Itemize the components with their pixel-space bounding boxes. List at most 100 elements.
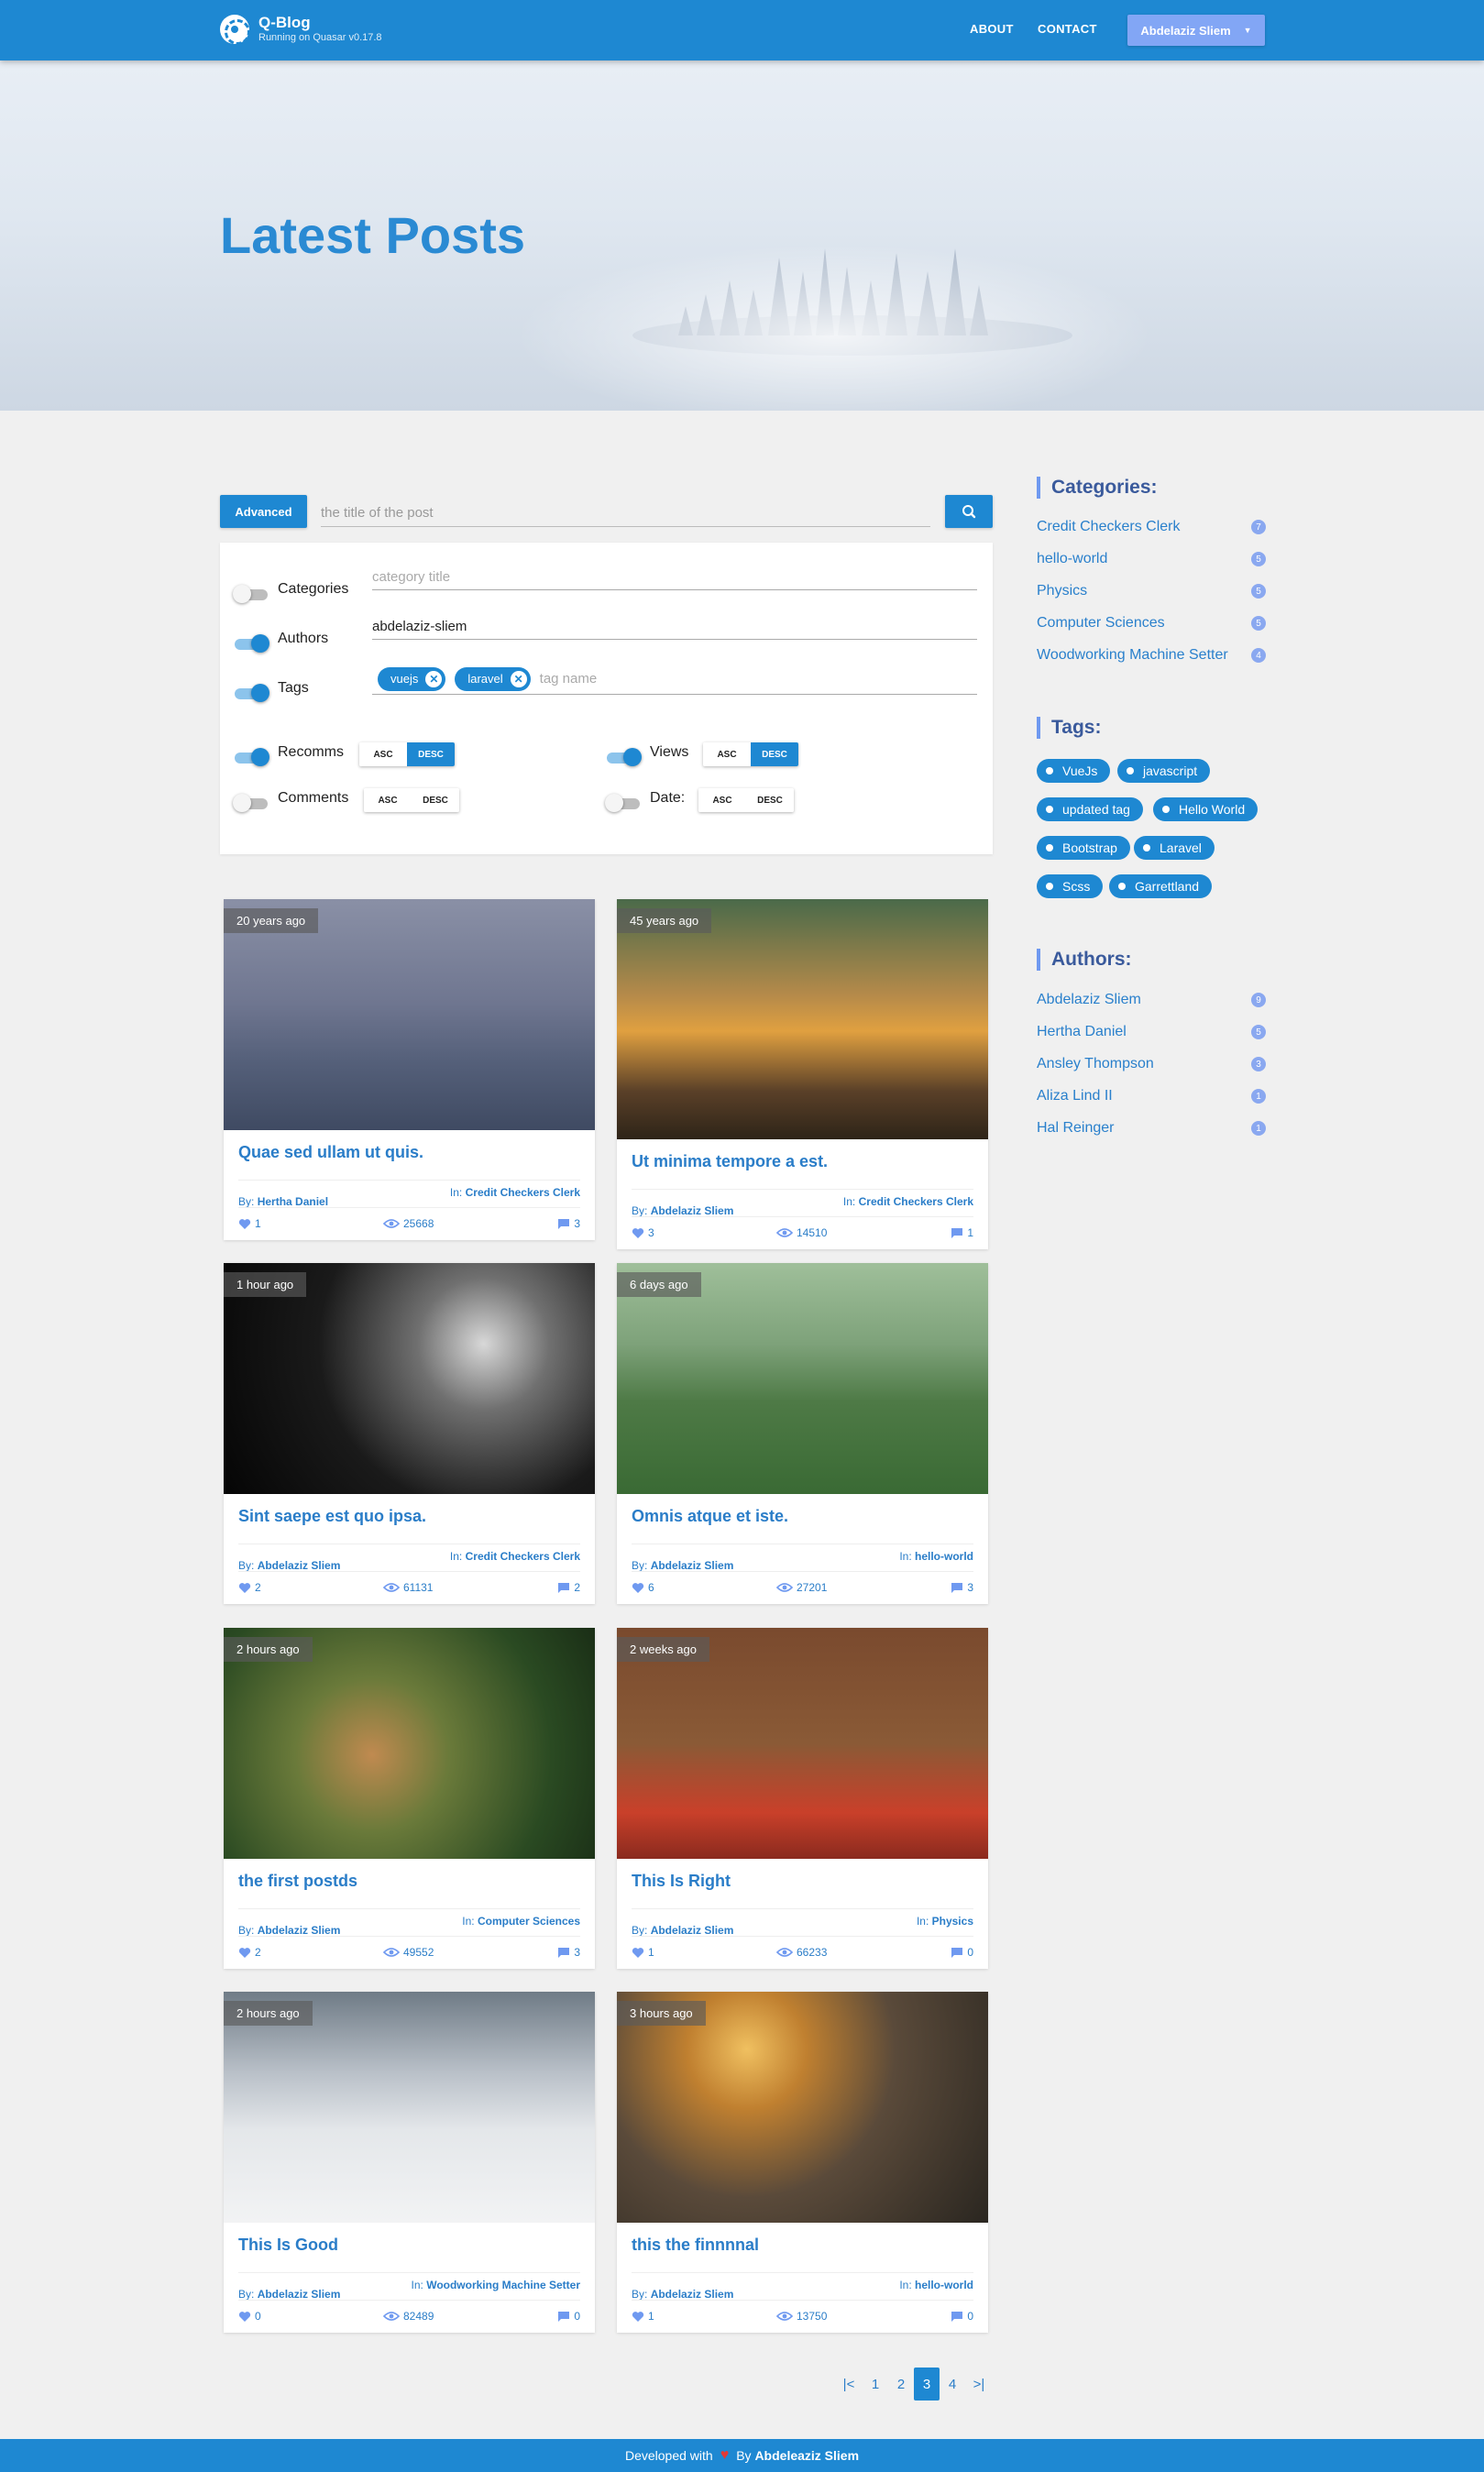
sidebar-author-item[interactable]: Aliza Lind II 1 bbox=[1037, 1088, 1266, 1104]
post-title[interactable]: this the finnnnal bbox=[617, 2223, 988, 2263]
sort-asc-button[interactable]: ASC bbox=[359, 742, 407, 766]
post-category-link[interactable]: Woodworking Machine Setter bbox=[426, 2279, 580, 2291]
remove-chip-icon[interactable]: ✕ bbox=[425, 670, 443, 687]
sidebar-tag[interactable]: Hello World bbox=[1153, 797, 1259, 821]
post-thumbnail[interactable]: 1 hour ago bbox=[224, 1263, 595, 1494]
post-thumbnail[interactable]: 2 weeks ago bbox=[617, 1628, 988, 1859]
sidebar-category-item[interactable]: Woodworking Machine Setter 4 bbox=[1037, 647, 1266, 664]
post-title[interactable]: This Is Good bbox=[224, 2223, 595, 2263]
post-card[interactable]: 6 days ago Omnis atque et iste. In: hello-… bbox=[617, 1263, 988, 1604]
post-thumbnail[interactable]: 20 years ago bbox=[224, 899, 595, 1130]
sidebar-tag[interactable]: javascript bbox=[1117, 759, 1211, 783]
post-card[interactable]: 2 hours ago This Is Good In: Woodworking M… bbox=[224, 1992, 595, 2333]
post-author-link[interactable]: Abdelaziz Sliem bbox=[258, 1559, 341, 1572]
author-input[interactable]: abdelaziz-sliem bbox=[372, 614, 977, 640]
post-thumbnail[interactable]: 2 hours ago bbox=[224, 1628, 595, 1859]
category-title-input[interactable]: category title bbox=[372, 565, 977, 590]
tags-toggle[interactable] bbox=[233, 682, 269, 704]
authors-toggle[interactable] bbox=[233, 632, 269, 654]
post-category-link[interactable]: Credit Checkers Clerk bbox=[466, 1186, 580, 1199]
post-thumbnail[interactable]: 2 hours ago bbox=[224, 1992, 595, 2223]
sidebar-author-item[interactable]: Hertha Daniel 5 bbox=[1037, 1024, 1266, 1040]
search-button[interactable] bbox=[945, 495, 993, 528]
page-button[interactable]: 1 bbox=[863, 2368, 888, 2401]
views-toggle[interactable] bbox=[605, 746, 642, 768]
sort-asc-button[interactable]: ASC bbox=[698, 788, 746, 812]
sort-desc-button[interactable]: DESC bbox=[746, 788, 794, 812]
sidebar-tag[interactable]: VueJs bbox=[1037, 759, 1111, 783]
sort-asc-button[interactable]: ASC bbox=[364, 788, 412, 812]
post-title[interactable]: Sint saepe est quo ipsa. bbox=[224, 1494, 595, 1534]
author-count-badge: 1 bbox=[1251, 1121, 1266, 1136]
authors-filter-label: Authors bbox=[278, 631, 329, 646]
author-name: Hertha Daniel bbox=[1037, 1024, 1127, 1039]
post-card[interactable]: 2 hours ago the first postds In: Computer … bbox=[224, 1628, 595, 1969]
sidebar-category-item[interactable]: Computer Sciences 5 bbox=[1037, 615, 1266, 632]
date-toggle[interactable] bbox=[605, 792, 642, 814]
post-category-link[interactable]: Credit Checkers Clerk bbox=[466, 1550, 580, 1563]
post-title[interactable]: Ut minima tempore a est. bbox=[617, 1139, 988, 1180]
remove-chip-icon[interactable]: ✕ bbox=[510, 670, 527, 687]
post-author-link[interactable]: Abdelaziz Sliem bbox=[258, 2288, 341, 2301]
sidebar-tag[interactable]: Garrettland bbox=[1109, 874, 1213, 898]
recomms-sort-toggle: ASC DESC bbox=[359, 742, 455, 766]
tag-input[interactable]: vuejs ✕ laravel ✕ tag name bbox=[372, 664, 977, 695]
post-author-link[interactable]: Abdelaziz Sliem bbox=[651, 1204, 734, 1217]
categories-toggle[interactable] bbox=[233, 583, 269, 605]
post-category-link[interactable]: hello-world bbox=[915, 1550, 973, 1563]
nav-contact-link[interactable]: CONTACT bbox=[1038, 22, 1097, 36]
page-button[interactable]: 2 bbox=[888, 2368, 914, 2401]
post-author-link[interactable]: Abdelaziz Sliem bbox=[258, 1924, 341, 1937]
user-menu-button[interactable]: Abdelaziz Sliem ▼ bbox=[1127, 15, 1265, 46]
recomms-toggle[interactable] bbox=[233, 746, 269, 768]
post-card[interactable]: 45 years ago Ut minima tempore a est. In: … bbox=[617, 899, 988, 1249]
last-page-button[interactable]: >| bbox=[966, 2368, 992, 2401]
post-title[interactable]: the first postds bbox=[224, 1859, 595, 1899]
first-page-button[interactable]: |< bbox=[836, 2368, 862, 2401]
likes-count: 3 bbox=[632, 1226, 654, 1239]
post-card[interactable]: 1 hour ago Sint saepe est quo ipsa. In: Cr… bbox=[224, 1263, 595, 1604]
post-thumbnail[interactable]: 6 days ago bbox=[617, 1263, 988, 1494]
post-title-search-input[interactable] bbox=[321, 500, 930, 527]
post-author-link[interactable]: Abdelaziz Sliem bbox=[651, 1559, 734, 1572]
sidebar-tag[interactable]: Laravel bbox=[1134, 836, 1215, 860]
brand[interactable]: Q-Blog Running on Quasar v0.17.8 bbox=[220, 14, 382, 45]
category-count-badge: 5 bbox=[1251, 552, 1266, 566]
sidebar-category-item[interactable]: hello-world 5 bbox=[1037, 551, 1266, 567]
category-name: Credit Checkers Clerk bbox=[1037, 519, 1181, 534]
page-button-current[interactable]: 3 bbox=[914, 2368, 940, 2401]
sidebar-author-item[interactable]: Abdelaziz Sliem 9 bbox=[1037, 992, 1266, 1008]
page-button[interactable]: 4 bbox=[940, 2368, 965, 2401]
sidebar-tag[interactable]: Scss bbox=[1037, 874, 1104, 898]
sort-desc-button[interactable]: DESC bbox=[407, 742, 455, 766]
post-author-link[interactable]: Abdelaziz Sliem bbox=[651, 1924, 734, 1937]
sidebar-category-item[interactable]: Credit Checkers Clerk 7 bbox=[1037, 519, 1266, 535]
post-category-link[interactable]: hello-world bbox=[915, 2279, 973, 2291]
post-card[interactable]: 3 hours ago this the finnnnal In: hello-wo… bbox=[617, 1992, 988, 2333]
advanced-search-button[interactable]: Advanced bbox=[220, 495, 307, 528]
post-title[interactable]: This Is Right bbox=[617, 1859, 988, 1899]
sidebar-tag[interactable]: updated tag bbox=[1037, 797, 1143, 821]
sidebar-author-item[interactable]: Hal Reinger 1 bbox=[1037, 1120, 1266, 1137]
comment-icon bbox=[951, 1227, 963, 1238]
nav-about-link[interactable]: ABOUT bbox=[970, 22, 1014, 36]
sidebar-author-item[interactable]: Ansley Thompson 3 bbox=[1037, 1056, 1266, 1072]
post-category-link[interactable]: Credit Checkers Clerk bbox=[859, 1195, 973, 1208]
sort-asc-button[interactable]: ASC bbox=[703, 742, 751, 766]
post-author-link[interactable]: Hertha Daniel bbox=[258, 1195, 328, 1208]
post-category-link[interactable]: Computer Sciences bbox=[478, 1915, 580, 1928]
post-thumbnail[interactable]: 3 hours ago bbox=[617, 1992, 988, 2223]
post-author-link[interactable]: Abdelaziz Sliem bbox=[651, 2288, 734, 2301]
sidebar-tag[interactable]: Bootstrap bbox=[1037, 836, 1130, 860]
post-card[interactable]: 20 years ago Quae sed ullam ut quis. In: C… bbox=[224, 899, 595, 1240]
sidebar-category-item[interactable]: Physics 5 bbox=[1037, 583, 1266, 599]
eye-icon bbox=[776, 1228, 793, 1237]
comments-toggle[interactable] bbox=[233, 792, 269, 814]
sort-desc-button[interactable]: DESC bbox=[412, 788, 459, 812]
sort-desc-button[interactable]: DESC bbox=[751, 742, 798, 766]
post-category-link[interactable]: Physics bbox=[932, 1915, 973, 1928]
post-card[interactable]: 2 weeks ago This Is Right In: Physics By: A… bbox=[617, 1628, 988, 1969]
post-title[interactable]: Omnis atque et iste. bbox=[617, 1494, 988, 1534]
post-thumbnail[interactable]: 45 years ago bbox=[617, 899, 988, 1139]
post-title[interactable]: Quae sed ullam ut quis. bbox=[224, 1130, 595, 1170]
